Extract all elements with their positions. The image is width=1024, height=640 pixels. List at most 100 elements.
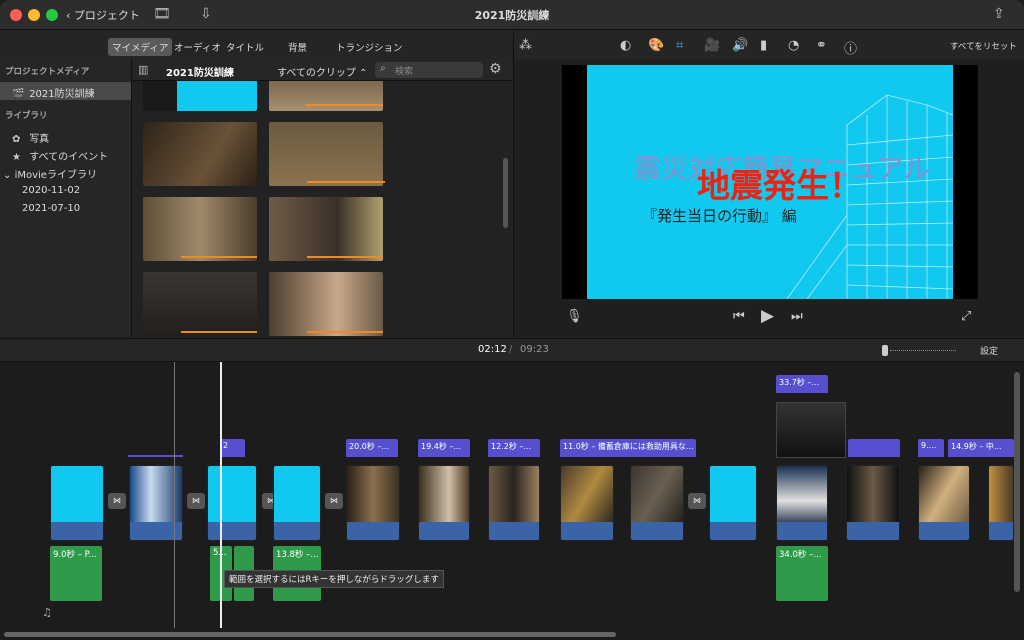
- timeline-clip[interactable]: [776, 465, 828, 541]
- used-marker: [305, 104, 383, 106]
- clapper-icon: 🎬: [12, 89, 25, 100]
- current-time: 02:12: [478, 344, 507, 355]
- clip-label[interactable]: 11.0秒 – 備蓄倉庫には救助用具な...: [560, 439, 696, 457]
- timeline-clip[interactable]: [488, 465, 540, 541]
- info-icon[interactable]: ⓘ: [844, 38, 857, 57]
- zoom-slider-knob[interactable]: [882, 345, 888, 356]
- timeline-clip[interactable]: [50, 465, 104, 541]
- sidebar-toggle-icon[interactable]: ▥: [138, 63, 148, 76]
- timeline-clip[interactable]: [418, 465, 470, 541]
- filter-icon[interactable]: ⚭: [816, 38, 827, 53]
- sidebar-item-event[interactable]: 2021-07-10: [0, 200, 131, 218]
- clip-thumbnail[interactable]: [269, 122, 383, 186]
- browser-header: ▥ 2021防災訓練 すべてのクリップ ⌃ ⌕ 検索 ⚙: [133, 59, 512, 81]
- clip-label[interactable]: 9....: [918, 439, 944, 457]
- clip-label[interactable]: 14.9秒 – 中...: [948, 439, 1014, 457]
- transition-icon[interactable]: ⋈: [688, 493, 706, 509]
- clip-label[interactable]: 2: [220, 439, 245, 457]
- stabilize-camera-icon[interactable]: 🎥: [704, 38, 720, 53]
- tab-transitions[interactable]: トランジション: [332, 38, 407, 56]
- tab-my-media[interactable]: マイメディア: [108, 38, 173, 56]
- clip-label[interactable]: 12.2秒 –...: [488, 439, 540, 457]
- timeline-clip[interactable]: [918, 465, 970, 541]
- sidebar-item-event[interactable]: 2020-11-02: [0, 182, 131, 200]
- sidebar-item-label: すべてのイベント: [29, 152, 109, 163]
- sidebar-item-library[interactable]: ⌄ iMovieライブラリ: [0, 163, 131, 181]
- search-input[interactable]: ⌕ 検索: [375, 62, 483, 78]
- microphone-icon[interactable]: 🎙: [566, 309, 583, 324]
- browser-scrollbar[interactable]: [503, 158, 508, 228]
- project-media-header: プロジェクトメディア: [5, 67, 90, 77]
- used-marker: [181, 256, 257, 258]
- sidebar-item-project[interactable]: 🎬 2021防災訓練: [0, 82, 131, 100]
- timeline-clip[interactable]: [846, 465, 900, 541]
- clip-grid: [133, 81, 503, 337]
- speed-icon[interactable]: ◔: [788, 38, 799, 53]
- audio-clip-label: 13.8秒 –...: [276, 550, 319, 560]
- equalizer-icon[interactable]: ▮: [760, 38, 767, 53]
- clip-label[interactable]: [848, 439, 900, 457]
- skip-back-icon[interactable]: ⏮: [733, 309, 745, 324]
- audio-clip-label: 9.0秒 – P...: [53, 550, 97, 560]
- timeline-clip[interactable]: [273, 465, 321, 541]
- audio-clip[interactable]: 34.0秒 –...: [776, 546, 828, 601]
- timeline-clip[interactable]: [560, 465, 614, 541]
- volume-icon[interactable]: 🔊: [732, 38, 748, 53]
- media-browser: マイメディア オーディオ タイトル 背景 トランジション プロジェクトメディア …: [0, 31, 512, 337]
- tab-backgrounds[interactable]: 背景: [284, 38, 311, 56]
- timeline-clip[interactable]: [346, 465, 400, 541]
- tooltip: 範囲を選択するにはRキーを押しながらドラッグします: [224, 570, 444, 588]
- playhead[interactable]: [220, 362, 222, 628]
- cutaway-clip[interactable]: [776, 402, 846, 458]
- tab-audio[interactable]: オーディオ: [170, 38, 225, 56]
- color-balance-icon[interactable]: ◐: [620, 38, 631, 53]
- sidebar-item-photos[interactable]: ✿ 写真: [0, 127, 131, 145]
- color-palette-icon[interactable]: 🎨: [648, 38, 664, 53]
- clip-thumbnail[interactable]: [269, 81, 383, 111]
- clip-thumbnail[interactable]: [143, 197, 257, 261]
- browser-tabs: マイメディア オーディオ タイトル 背景 トランジション: [0, 31, 512, 59]
- sidebar-item-label: 写真: [29, 134, 50, 145]
- flower-icon: ✿: [12, 134, 21, 145]
- share-icon[interactable]: ⇪: [993, 6, 1005, 22]
- skip-forward-icon[interactable]: ⏭: [791, 309, 803, 324]
- clip-thumbnail[interactable]: [269, 197, 383, 261]
- timeline-vertical-scrollbar[interactable]: [1014, 372, 1020, 592]
- clip-thumbnail[interactable]: [143, 272, 257, 336]
- timeline-clip[interactable]: [709, 465, 757, 541]
- play-icon[interactable]: ▶: [761, 306, 774, 326]
- clip-label[interactable]: 33.7秒 –...: [776, 375, 828, 393]
- timeline-clip[interactable]: [988, 465, 1014, 541]
- used-marker: [181, 331, 257, 333]
- timeline-clip[interactable]: [207, 465, 257, 541]
- sidebar-item-all-events[interactable]: ★ すべてのイベント: [0, 145, 131, 163]
- tab-titles[interactable]: タイトル: [222, 38, 268, 56]
- clip-label[interactable]: 19.4秒 –...: [418, 439, 470, 457]
- crop-icon[interactable]: ⌗: [676, 38, 683, 53]
- clip-thumbnail[interactable]: [143, 122, 257, 186]
- timeline-clip[interactable]: [630, 465, 684, 541]
- app-window: ‹ プロジェクト 🎞 ⇩ 2021防災訓練 ⇪ マイメディア オーディオ タイト…: [0, 0, 1024, 640]
- library-header: ライブラリ: [5, 111, 48, 121]
- clip-thumbnail[interactable]: [269, 272, 383, 336]
- timeline-horizontal-scrollbar[interactable]: [4, 632, 616, 637]
- timeline-settings-button[interactable]: 設定: [980, 344, 998, 357]
- used-marker: [307, 181, 385, 183]
- transition-icon[interactable]: ⋈: [187, 493, 205, 509]
- clip-filter-label: すべてのクリップ: [277, 68, 356, 79]
- fullscreen-icon[interactable]: ⤢: [961, 309, 971, 324]
- chevron-down-icon: ⌄: [3, 170, 12, 181]
- magic-wand-icon[interactable]: ⁂: [519, 38, 532, 53]
- timeline-toolbar: 02:12 / 09:23 設定: [0, 338, 1024, 362]
- gear-icon[interactable]: ⚙: [489, 61, 502, 77]
- sidebar-item-label: 2021防災訓練: [29, 89, 95, 100]
- sidebar-item-label: iMovieライブラリ: [14, 170, 97, 181]
- zoom-slider-track[interactable]: [890, 350, 956, 351]
- transition-icon[interactable]: ⋈: [108, 493, 126, 509]
- clip-thumbnail[interactable]: [143, 81, 257, 111]
- clip-label[interactable]: 20.0秒 –...: [346, 439, 398, 457]
- clip-filter-select[interactable]: すべてのクリップ ⌃: [277, 64, 367, 79]
- reset-all-button[interactable]: すべてをリセット: [950, 40, 1017, 52]
- transition-icon[interactable]: ⋈: [325, 493, 343, 509]
- audio-clip[interactable]: 9.0秒 – P...: [50, 546, 102, 601]
